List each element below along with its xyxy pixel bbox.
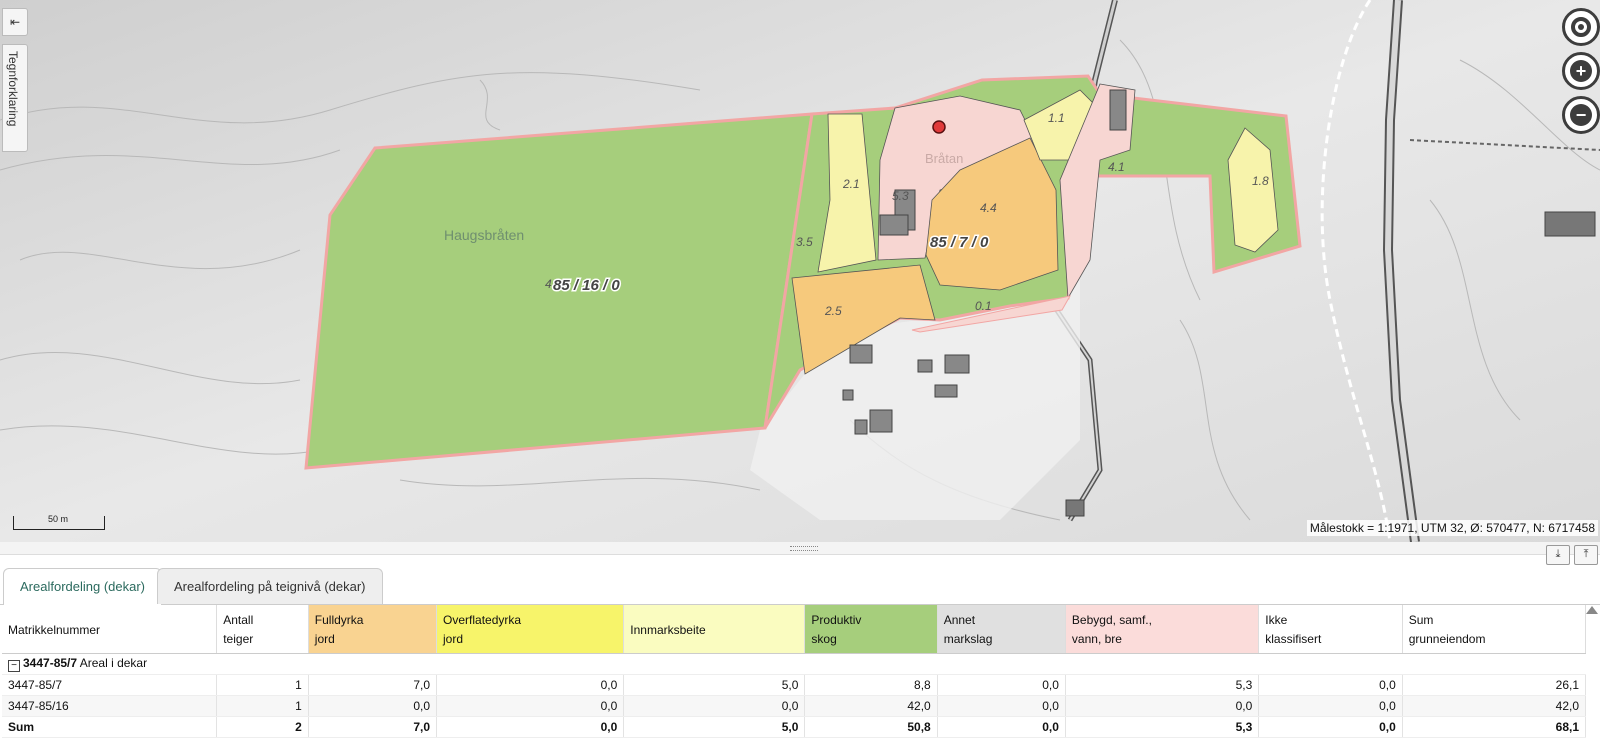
arrow-left-bar-icon: ⇤ (9, 15, 21, 29)
col-fulldyrka[interactable]: Fulldyrka jord (308, 605, 438, 654)
area-label: 4.1 (1108, 160, 1125, 174)
area-label: 1.8 (1252, 174, 1269, 188)
area-label: 5.3 (892, 189, 909, 203)
locate-button[interactable] (1562, 8, 1600, 46)
cell: 42,0 (1402, 695, 1587, 717)
sum-row: Sum 2 7,0 0,0 5,0 50,8 0,0 5,3 0,0 68,1 (2, 716, 1587, 738)
col-overflatedyrka[interactable]: Overflatedyrka jord (436, 605, 625, 654)
cell: 2 (216, 716, 309, 738)
area-label: 1.1 (1048, 111, 1065, 125)
cell: 5,3 (1065, 674, 1260, 696)
legend-tab-label: Tegnforklaring (6, 51, 20, 127)
cell: 0,0 (436, 716, 625, 738)
table-header: Matrikkelnummer Antall teiger Fulldyrka jo… (2, 605, 1587, 654)
locate-icon (1571, 17, 1591, 37)
table-row[interactable]: 3447-85/16 1 0,0 0,0 0,0 42,0 0,0 0,0 0,… (2, 695, 1587, 717)
cell: 1 (216, 674, 309, 696)
col-annet-markslag[interactable]: Annet markslag (937, 605, 1066, 654)
cell: 5,0 (623, 674, 806, 696)
scale-info: Målestokk = 1:1971, UTM 32, Ø: 570477, N… (1306, 520, 1598, 536)
cell: Sum (2, 716, 218, 738)
area-label: 0.1 (975, 299, 992, 313)
cell: 0,0 (1258, 695, 1403, 717)
collapse-group-icon[interactable]: − (8, 660, 20, 672)
legend-tab[interactable]: Tegnforklaring (2, 44, 28, 152)
scale-bar: 50 m (13, 514, 105, 530)
place-label: Haugsbråten (444, 227, 524, 243)
scroll-up-arrow[interactable] (1586, 606, 1598, 614)
cell: 0,0 (937, 674, 1066, 696)
map-view[interactable]: 2.1 5.3 4.4 1.1 4.1 1.8 3.5 2.5 0.1 4 Ha… (0, 0, 1600, 542)
minus-icon: − (1570, 104, 1592, 126)
cell: 42,0 (804, 695, 938, 717)
tab-arealfordeling-teigniva[interactable]: Arealfordeling på teignivå (dekar) (157, 568, 383, 604)
arrow-down-icon: ⤓ (1555, 548, 1561, 560)
parcel-label: 85 / 16 / 0 (553, 277, 620, 294)
map-canvas[interactable]: 2.1 5.3 4.4 1.1 4.1 1.8 3.5 2.5 0.1 4 Ha… (0, 0, 1600, 542)
col-matrikkelnummer[interactable]: Matrikkelnummer (2, 605, 218, 654)
grip-icon (790, 546, 818, 551)
building (1544, 211, 1596, 237)
table-row[interactable]: 3447-85/7 1 7,0 0,0 5,0 8,8 0,0 5,3 0,0 … (2, 674, 1587, 696)
cell: 8,8 (804, 674, 938, 696)
col-ikke-klassifisert[interactable]: Ikke klassifisert (1258, 605, 1403, 654)
col-sum[interactable]: Sum grunneiendom (1402, 605, 1587, 654)
cell: 0,0 (308, 695, 438, 717)
cell: 0,0 (1065, 695, 1260, 717)
arrow-up-icon: ⤒ (1583, 548, 1589, 560)
zoom-in-button[interactable]: + (1562, 52, 1600, 90)
area-label: 4.4 (980, 201, 997, 215)
cell: 68,1 (1402, 716, 1587, 738)
cell: 0,0 (623, 695, 806, 717)
cell: 0,0 (1258, 716, 1403, 738)
cell: 3447-85/7 (2, 674, 218, 696)
col-produktiv-skog[interactable]: Produktiv skog (804, 605, 938, 654)
area-table: Matrikkelnummer Antall teiger Fulldyrka jo… (2, 605, 1587, 738)
col-antall-teiger[interactable]: Antall teiger (216, 605, 309, 654)
cell: 26,1 (1402, 674, 1587, 696)
panel-tabs: Arealfordeling (dekar) Arealfordeling på… (0, 568, 1600, 605)
scale-bar-label: 50 m (48, 514, 69, 524)
area-label: 2.1 (842, 177, 860, 191)
cell: 3447-85/16 (2, 695, 218, 717)
cell: 5,3 (1065, 716, 1260, 738)
dock-up-button[interactable]: ⤒ (1574, 545, 1598, 565)
cell: 0,0 (937, 716, 1066, 738)
building (1065, 499, 1085, 517)
area-label: 2.5 (824, 304, 842, 318)
col-bebygd[interactable]: Bebygd, samf., vann, bre (1065, 605, 1260, 654)
area-label: 3.5 (796, 235, 813, 249)
cell: 7,0 (308, 716, 438, 738)
group-id: 3447-85/7 (23, 656, 78, 670)
tab-arealfordeling[interactable]: Arealfordeling (dekar) (3, 568, 163, 605)
parcel-label: 85 / 7 / 0 (930, 234, 989, 251)
cell: 1 (216, 695, 309, 717)
cell: 0,0 (436, 695, 625, 717)
plus-icon: + (1570, 60, 1592, 82)
cell: 7,0 (308, 674, 438, 696)
cell: 0,0 (937, 695, 1066, 717)
panel-resize-handle[interactable] (0, 542, 1600, 555)
cell: 0,0 (436, 674, 625, 696)
group-row: −3447-85/7 Areal i dekar (2, 653, 1586, 675)
dock-down-button[interactable]: ⤓ (1546, 545, 1570, 565)
collapse-sidebar-button[interactable]: ⇤ (2, 8, 28, 36)
location-marker[interactable] (932, 120, 946, 134)
place-label: Bråtan (925, 151, 963, 166)
cell: 50,8 (804, 716, 938, 738)
col-innmarksbeite[interactable]: Innmarksbeite (623, 605, 806, 654)
group-suffix: Areal i dekar (77, 656, 148, 670)
cell: 5,0 (623, 716, 806, 738)
cell: 0,0 (1258, 674, 1403, 696)
zoom-out-button[interactable]: − (1562, 96, 1600, 134)
area-label: 4 (545, 277, 552, 291)
